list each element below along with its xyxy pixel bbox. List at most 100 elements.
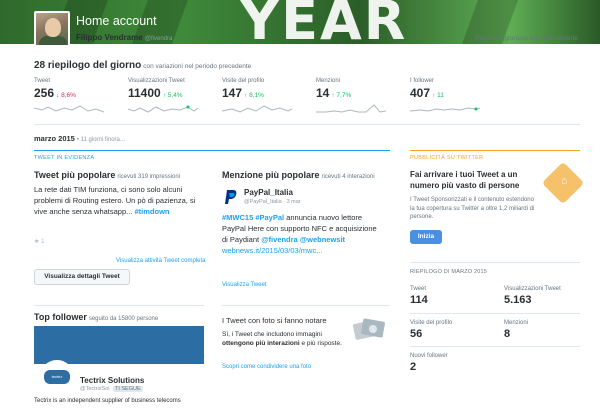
profile-handle: @fivendra (144, 36, 173, 42)
stat-change: ↑ 11 (432, 92, 444, 99)
divider (410, 346, 580, 347)
summary-subtitle: con variazioni nel periodo precedente (143, 63, 252, 70)
march-stat-label: Tweet (410, 286, 427, 292)
march-stat-label: Nuovi follower (410, 353, 448, 359)
hashtag-link[interactable]: #timdown (135, 207, 170, 216)
march-summary-label: Riepilogo di marzo 2015 (410, 269, 488, 275)
section-label-top-tweet: Tweet in evidenza (34, 155, 95, 161)
stat-followers: I follower 407 ↑ 11 (410, 78, 490, 116)
stat-number: 407 (410, 86, 431, 100)
stat-label: I follower (410, 78, 435, 84)
paypal-logo-icon (225, 190, 237, 204)
stat-change: ↑ 7,7% (331, 92, 352, 99)
follows-you-badge: TI SEGUE (112, 386, 143, 392)
tweet-activity-link[interactable]: Visualizza attività Tweet completa (116, 258, 206, 264)
follower-handle-row: @TectrixSol TI SEGUE (80, 386, 143, 392)
promo-text: I Tweet Sponsorizzati e il contenuto est… (410, 197, 535, 220)
sparkline (316, 104, 386, 113)
march-stat-label: Visualizzazioni Tweet (504, 286, 561, 292)
march-stat-value: 56 (410, 328, 423, 340)
avatar[interactable] (34, 11, 70, 47)
stat-value: 407 ↑ 11 (410, 86, 490, 100)
divider (34, 124, 580, 125)
summary-title: 28 riepilogo del giorno con variazioni ne… (34, 60, 251, 71)
stat-mentions: Menzioni 14 ↑ 7,7% (316, 78, 396, 116)
section-bar (34, 150, 390, 151)
top-mention-meta: ricevuti 4 interazioni (321, 174, 375, 180)
stat-change: ↓ 8,6% (56, 92, 76, 99)
stat-number: 256 (34, 86, 55, 100)
top-follower-meta: seguito da 15800 persone (88, 316, 159, 322)
stat-number: 14 (316, 86, 330, 100)
top-tweet-text: La rete dati TIM funziona, ci sono solo … (34, 184, 196, 217)
mention-author[interactable]: PayPal_Italia (244, 188, 293, 197)
stat-impressions: Visualizzazioni Tweet 11400 ↑ 5,4% (128, 78, 208, 116)
top-tweet-meta: ricevuti 319 impressioni (117, 174, 181, 180)
retweet-icon: ★ (34, 239, 40, 245)
photo-tip-text-a: Sì, i Tweet che includono immagini (222, 331, 322, 338)
photo-tip-text-bold: ottengono più interazioni (222, 340, 300, 347)
promo-section-label: Pubblicità su Twitter (410, 155, 484, 161)
view-tweet-link[interactable]: Visualizza Tweet (222, 282, 266, 288)
camera-photo-icon (352, 318, 385, 340)
tweet-details-button[interactable]: Visualizza dettagli Tweet (34, 269, 130, 285)
top-tweet-title: Tweet più popolare ricevuti 319 impressio… (34, 170, 180, 180)
stat-profile-visits: Visite del profilo 147 ↑ 8,1% (222, 78, 302, 116)
promo-title: Fai arrivare i tuoi Tweet a un numero pi… (410, 170, 520, 190)
top-mention-title-text: Menzione più popolare (222, 170, 320, 180)
march-stat-value: 8 (504, 328, 511, 340)
stat-label: Menzioni (316, 78, 341, 84)
march-stat-label: Visite del profilo (410, 320, 453, 326)
top-tweet-title-text: Tweet più popolare (34, 170, 116, 180)
promo-cart-icon: ⌂ (541, 161, 585, 205)
mention-link-fivendra[interactable]: @fivendra (261, 235, 298, 244)
sparkline (410, 107, 480, 112)
sparkline (128, 105, 198, 113)
summary-title-text: 28 riepilogo del giorno (34, 60, 142, 71)
photo-tip-text: Sì, i Tweet che includono immagini otten… (222, 330, 347, 348)
divider (410, 262, 580, 263)
mention-url[interactable]: webnews.it/2015/03/03/mwc... (222, 246, 322, 255)
banner-word: YEAR (240, 0, 408, 44)
follower-bio: Tectrix is an independent supplier of bu… (34, 398, 181, 404)
retweet-count: 1 (41, 239, 45, 245)
sparkline (34, 105, 104, 113)
march-stat-value: 114 (410, 294, 428, 306)
stat-value: 11400 ↑ 5,4% (128, 86, 208, 100)
top-mention-title: Menzione più popolare ricevuti 4 interazi… (222, 170, 375, 180)
promo-start-button[interactable]: Inizia (410, 230, 442, 244)
profile-name-row: Filippo Vendrame @fivendra (76, 33, 172, 42)
follower-logo-text: tectrix solutions (44, 370, 70, 393)
follower-name[interactable]: Tectrix Solutions (80, 376, 144, 385)
follower-avatar[interactable]: tectrix solutions (40, 360, 74, 394)
page-title: Home account (76, 14, 157, 28)
mention-hashtags[interactable]: #MWC15 #PayPal (222, 213, 284, 222)
march-stat-value: 5.163 (504, 294, 532, 306)
profile-name[interactable]: Filippo Vendrame (76, 33, 143, 42)
march-stat-label: Menzioni (504, 320, 529, 326)
top-follower-title-text: Top follower (34, 312, 87, 322)
divider (410, 313, 580, 314)
stat-value: 14 ↑ 7,7% (316, 86, 396, 100)
stat-label: Visite del profilo (222, 78, 265, 84)
stat-label: Tweet (34, 78, 51, 84)
retweet-count-row: ★ 1 (34, 238, 44, 245)
mention-link-webnewsit[interactable]: @webnewsit (300, 235, 345, 244)
top-follower-title: Top follower seguito da 15800 persone (34, 312, 158, 322)
follower-handle: @TectrixSol (80, 386, 110, 392)
stat-change: ↑ 5,4% (162, 92, 183, 99)
photo-tip-title: I Tweet con foto si fanno notare (222, 316, 327, 325)
stat-value: 147 ↑ 8,1% (222, 86, 302, 100)
month-heading: marzo 2015 • 11 giorni finora... (34, 134, 125, 143)
stat-value: 256 ↓ 8,6% (34, 86, 114, 100)
divider (222, 305, 390, 306)
stat-label: Visualizzazioni Tweet (128, 78, 185, 84)
top-tweet-body: La rete dati TIM funziona, ci sono solo … (34, 185, 196, 216)
month-subtitle: • 11 giorni finora... (76, 137, 125, 143)
promo-bar (410, 150, 580, 151)
share-photo-link[interactable]: Scopri come condividere una foto (222, 364, 311, 370)
updated-note: Pagina aggiornata quotidianamente (475, 35, 578, 42)
stat-change: ↑ 8,1% (244, 92, 264, 99)
stat-tweets: Tweet 256 ↓ 8,6% (34, 78, 114, 116)
march-stat-value: 2 (410, 361, 417, 373)
